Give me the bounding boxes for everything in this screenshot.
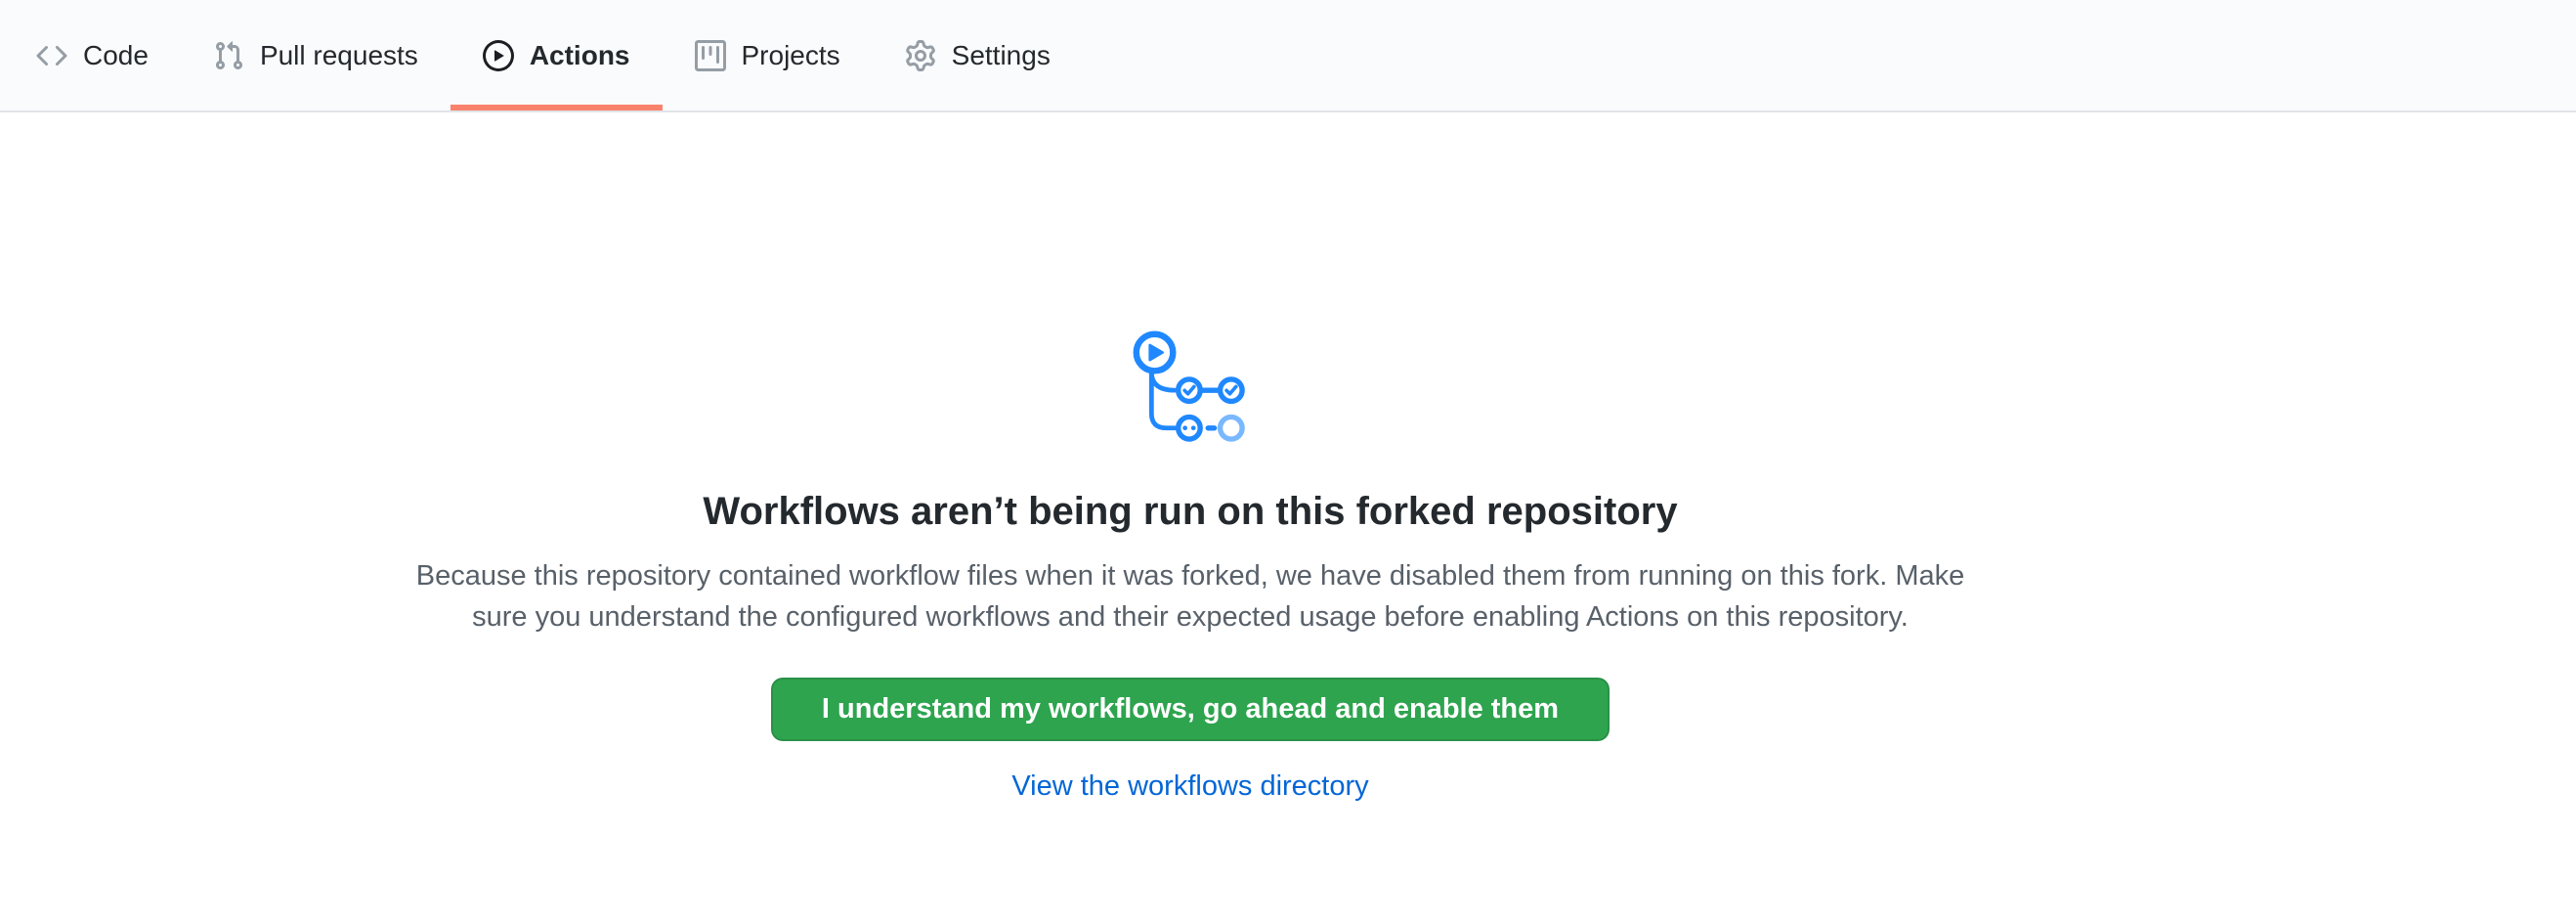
tab-pull-requests[interactable]: Pull requests (181, 0, 451, 110)
code-icon (36, 40, 67, 71)
repo-nav: Code Pull requests Actions Projects Sett… (0, 0, 2576, 112)
git-pull-request-icon (213, 40, 244, 71)
tab-actions[interactable]: Actions (451, 0, 663, 110)
workflow-run-graphic-icon (1133, 330, 1248, 446)
enable-workflows-button[interactable]: I understand my workflows, go ahead and … (771, 678, 1610, 741)
gear-icon (905, 40, 936, 71)
tab-projects[interactable]: Projects (663, 0, 873, 110)
project-icon (695, 40, 726, 71)
tab-label: Settings (952, 40, 1051, 71)
tab-code[interactable]: Code (4, 0, 181, 110)
link-row: View the workflows directory (360, 770, 2021, 803)
tab-label: Projects (742, 40, 840, 71)
tab-settings[interactable]: Settings (873, 0, 1083, 110)
blankslate-description: Because this repository contained workfl… (394, 555, 1987, 637)
page-title: Workflows aren’t being run on this forke… (360, 487, 2021, 536)
tab-label: Pull requests (260, 40, 418, 71)
view-workflows-directory-link[interactable]: View the workflows directory (1011, 770, 1368, 802)
button-row: I understand my workflows, go ahead and … (360, 678, 2021, 741)
tab-label: Code (83, 40, 149, 71)
play-circle-icon (483, 40, 514, 71)
tab-label: Actions (530, 40, 630, 71)
actions-disabled-blankslate: Workflows aren’t being run on this forke… (360, 330, 2021, 803)
actions-page-main: Workflows aren’t being run on this forke… (0, 112, 2576, 803)
